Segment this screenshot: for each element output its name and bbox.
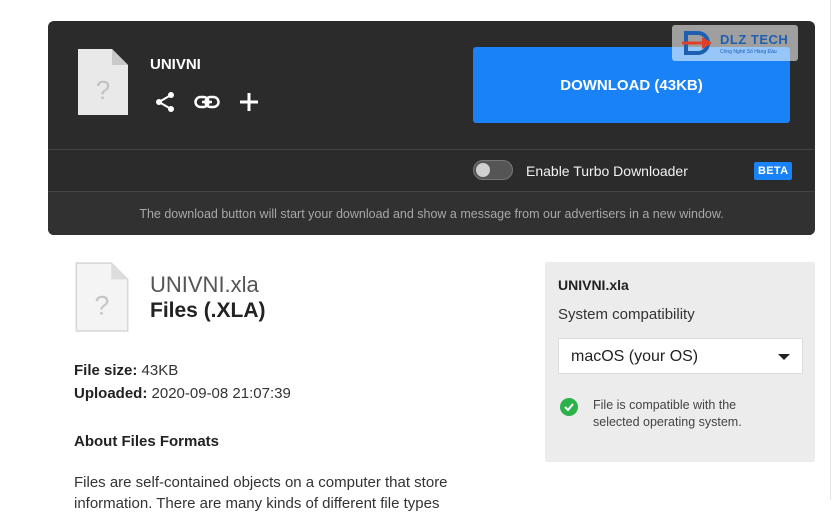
- download-card: ? UNIVNI DOWNLOAD (43KB) DLZ TECH Công N…: [48, 21, 815, 235]
- about-text: Files are self-contained objects on a co…: [74, 474, 448, 512]
- compat-subtitle: System compatibility: [558, 306, 695, 323]
- compat-file-name: UNIVNI.xla: [558, 277, 629, 293]
- turbo-label: Enable Turbo Downloader: [526, 163, 688, 179]
- watermark-title: DLZ TECH: [720, 31, 789, 47]
- svg-text:?: ?: [96, 75, 110, 105]
- file-size-value: 43KB: [141, 362, 179, 379]
- file-icon: ?: [76, 47, 130, 117]
- compat-status-text: File is compatible with the selected ope…: [593, 398, 742, 429]
- download-file-name: UNIVNI: [150, 56, 201, 73]
- turbo-downloader-row: Enable Turbo Downloader BETA: [48, 149, 815, 191]
- file-name-heading: UNIVNI.xla: [150, 272, 259, 297]
- about-heading: About Files Formats: [74, 433, 220, 450]
- file-size: File size: 43KB: [74, 362, 178, 379]
- dlz-tech-watermark: DLZ TECH Công Nghệ Số Hàng Đầu: [672, 25, 798, 61]
- watermark-subtitle: Công Nghệ Số Hàng Đầu: [720, 48, 777, 55]
- turbo-toggle[interactable]: [473, 160, 513, 180]
- page-left-margin: [0, 0, 10, 500]
- file-actions: [152, 89, 262, 115]
- file-size-label: File size:: [74, 362, 138, 379]
- upload-date-value: 2020-09-08 21:07:39: [151, 385, 291, 402]
- link-icon[interactable]: [194, 89, 220, 115]
- check-circle-icon: [560, 398, 578, 416]
- page-right-margin: [830, 0, 840, 500]
- os-select-value: macOS (your OS): [571, 348, 699, 365]
- chevron-down-icon: [778, 354, 790, 360]
- download-notice: The download button will start your down…: [48, 191, 815, 235]
- file-type-icon: ?: [74, 261, 130, 333]
- os-select[interactable]: macOS (your OS): [558, 338, 803, 374]
- plus-icon[interactable]: [236, 89, 262, 115]
- file-type-heading: Files (.XLA): [150, 299, 266, 322]
- upload-date: Uploaded: 2020-09-08 21:07:39: [74, 385, 291, 402]
- beta-badge: BETA: [754, 162, 793, 180]
- dlz-logo-icon: [682, 29, 716, 57]
- compat-status: File is compatible with the selected ope…: [560, 397, 773, 431]
- compatibility-panel: UNIVNI.xla System compatibility macOS (y…: [545, 262, 815, 462]
- toggle-knob: [476, 163, 490, 177]
- svg-text:?: ?: [95, 290, 110, 320]
- upload-date-label: Uploaded:: [74, 385, 148, 402]
- share-icon[interactable]: [152, 89, 178, 115]
